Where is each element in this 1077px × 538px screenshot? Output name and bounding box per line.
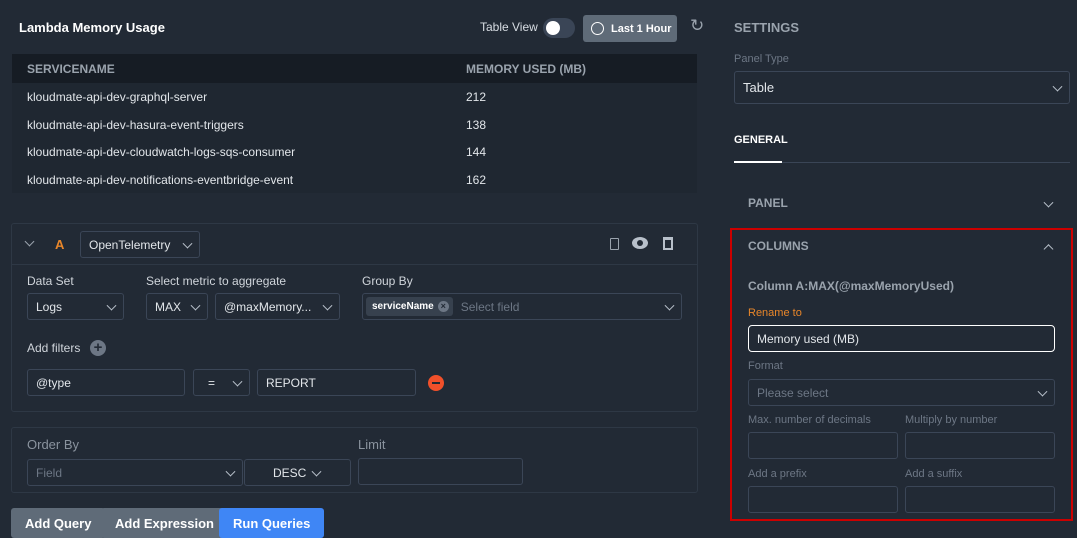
remove-filter-icon[interactable] [428,375,444,391]
eye-icon[interactable] [632,237,648,249]
group-field-placeholder: Select field [460,299,520,314]
panel-type-value: Table [743,80,775,95]
format-label: Format [748,360,783,372]
columns-section-header[interactable]: COLUMNS [748,239,1054,255]
aggregation-select[interactable]: MAX [146,293,208,320]
table-header: SERVICENAME MEMORY USED (MB) [12,54,697,83]
limit-label: Limit [358,437,386,452]
metric-select[interactable]: @maxMemory... [215,293,340,320]
metric-label: Select metric to aggregate [146,274,287,288]
add-filters-label: Add filters [27,341,81,355]
clock-icon [591,22,604,35]
cell: kloudmate-api-dev-notifications-eventbri… [27,173,294,187]
cell: 212 [466,90,487,104]
group-by-select[interactable]: serviceName × Select field [362,293,682,320]
prefix-input[interactable] [748,486,898,513]
copy-icon[interactable] [610,238,619,250]
decimals-input[interactable] [748,432,898,459]
add-filter-button[interactable]: + [90,340,106,356]
panel-title: Lambda Memory Usage [19,20,165,35]
group-tag: serviceName × [366,297,453,316]
add-expression-button[interactable]: Add Expression [101,508,228,538]
data-set-select[interactable]: Logs [27,293,124,320]
suffix-label: Add a suffix [905,468,963,480]
metric-value: @maxMemory... [224,299,312,314]
filter-field-input[interactable]: @type [27,369,185,396]
order-direction-value: DESC [273,465,307,480]
source-value: OpenTelemetry [89,237,171,252]
order-by-label: Order By [27,437,80,452]
query-letter: A [55,237,65,252]
source-select[interactable]: OpenTelemetry [80,231,200,258]
order-direction-select[interactable]: DESC [244,459,351,486]
group-by-label: Group By [362,274,413,288]
cell: 144 [466,145,487,159]
column-header[interactable]: MEMORY USED (MB) [466,62,586,76]
rename-input[interactable]: Memory used (MB) [748,325,1055,352]
decimals-label: Max. number of decimals [748,414,871,426]
table-view-label: Table View [480,20,538,34]
aggregation-value: MAX [155,299,182,314]
time-range-label: Last 1 Hour [611,22,672,35]
tab-indicator [734,161,782,163]
filter-operator-select[interactable]: = [193,369,250,396]
cell: 162 [466,173,487,187]
columns-section-title: COLUMNS [748,239,809,253]
data-set-label: Data Set [27,274,74,288]
order-field-placeholder: Field [36,465,63,480]
cell: kloudmate-api-dev-hasura-event-triggers [27,118,244,132]
group-tag-label: serviceName [372,301,434,312]
cell: 138 [466,118,487,132]
run-queries-button[interactable]: Run Queries [219,508,325,538]
column-header[interactable]: SERVICENAME [27,62,115,76]
filter-value-input[interactable]: REPORT [257,369,416,396]
format-select[interactable]: Please select [748,379,1055,406]
order-field-select[interactable]: Field [27,459,243,486]
refresh-icon[interactable]: ↻ [690,16,704,36]
prefix-label: Add a prefix [748,468,807,480]
cell: kloudmate-api-dev-graphql-server [27,90,208,104]
remove-tag-icon[interactable]: × [437,301,449,312]
panel-type-select[interactable]: Table [734,71,1070,104]
settings-title: SETTINGS [734,20,800,35]
chevron-down-icon [1043,197,1054,208]
delete-icon[interactable] [663,237,673,250]
divider [11,264,698,265]
filter-value: REPORT [266,375,316,390]
rename-label: Rename to [748,307,802,319]
rename-value: Memory used (MB) [757,331,860,346]
multiply-input[interactable] [905,432,1055,459]
panel-section-title: PANEL [748,196,788,210]
time-range-button[interactable]: Last 1 Hour [583,15,677,42]
multiply-label: Multiply by number [905,414,998,426]
add-query-button[interactable]: Add Query [11,508,106,538]
table-view-toggle[interactable] [543,18,575,38]
data-set-value: Logs [36,299,63,314]
panel-section-header[interactable]: PANEL [748,196,1054,212]
suffix-input[interactable] [905,486,1055,513]
format-placeholder: Please select [757,385,829,400]
cell: kloudmate-api-dev-cloudwatch-logs-sqs-co… [27,145,296,159]
filter-field-value: @type [36,375,71,390]
column-title: Column A:MAX(@maxMemoryUsed) [748,279,954,293]
filter-operator-value: = [208,375,216,390]
chevron-up-icon [1043,244,1054,255]
limit-input[interactable] [358,458,523,485]
tab-general[interactable]: GENERAL [734,134,788,146]
divider [782,162,1070,163]
panel-type-label: Panel Type [734,53,789,65]
